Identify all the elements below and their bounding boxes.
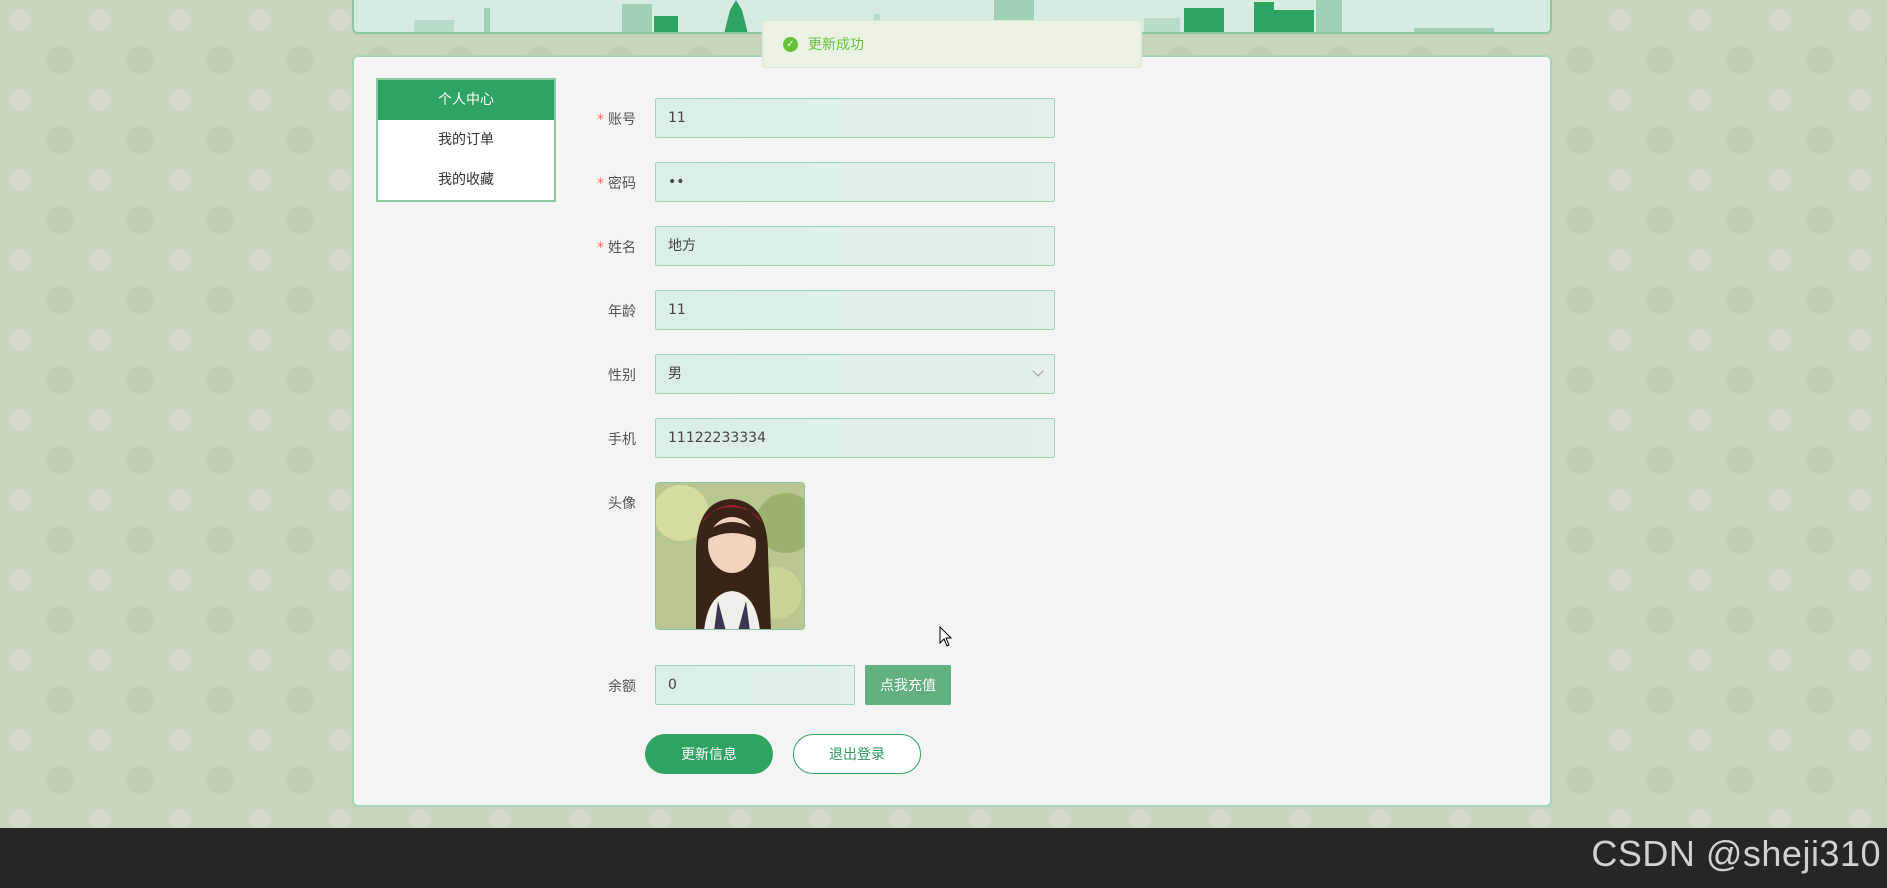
sidebar-item-my-favorites[interactable]: 我的收藏	[378, 160, 554, 200]
phone-label: 手机	[608, 432, 636, 448]
balance-label: 余额	[608, 679, 636, 695]
required-mark: *	[597, 112, 604, 128]
required-mark: *	[597, 240, 604, 256]
password-label: * 密码	[546, 173, 646, 193]
sidebar-item-my-orders[interactable]: 我的订单	[378, 120, 554, 160]
phone-input[interactable]: 11122233334	[655, 418, 1055, 458]
name-input[interactable]: 地方	[655, 226, 1055, 266]
name-label-text: 姓名	[608, 240, 636, 256]
check-circle-icon: ✓	[783, 36, 798, 52]
toast-message: 更新成功	[808, 37, 864, 53]
recharge-button[interactable]: 点我充值	[865, 665, 951, 705]
avatar-label: 头像	[608, 496, 636, 512]
logout-button[interactable]: 退出登录	[793, 734, 921, 774]
sidebar-item-personal-center[interactable]: 个人中心	[378, 80, 554, 120]
age-label: 年龄	[608, 304, 636, 320]
watermark-text: CSDN @sheji310	[1591, 833, 1881, 874]
gender-label: 性别	[608, 368, 636, 384]
gender-select-value: 男	[668, 366, 682, 382]
sidebar-menu: 个人中心 我的订单 我的收藏	[376, 78, 556, 202]
password-label-text: 密码	[608, 176, 636, 192]
success-toast: ✓ 更新成功	[762, 20, 1142, 68]
account-label: * 账号	[546, 109, 646, 129]
required-mark: *	[597, 176, 604, 192]
balance-input[interactable]: 0	[655, 665, 855, 705]
account-input[interactable]: 11	[655, 98, 1055, 138]
age-input[interactable]: 11	[655, 290, 1055, 330]
profile-panel: 个人中心 我的订单 我的收藏 * 账号 11 * 密码 •• * 姓名 地方 年龄 1…	[352, 55, 1552, 807]
account-label-text: 账号	[608, 112, 636, 128]
avatar-image[interactable]	[655, 482, 805, 630]
chevron-down-icon	[1032, 365, 1044, 377]
password-input[interactable]: ••	[655, 162, 1055, 202]
avatar-portrait	[656, 483, 804, 629]
name-label: * 姓名	[546, 237, 646, 257]
update-info-button[interactable]: 更新信息	[645, 734, 773, 774]
mouse-cursor-icon	[939, 626, 953, 647]
gender-select[interactable]: 男	[655, 354, 1055, 394]
